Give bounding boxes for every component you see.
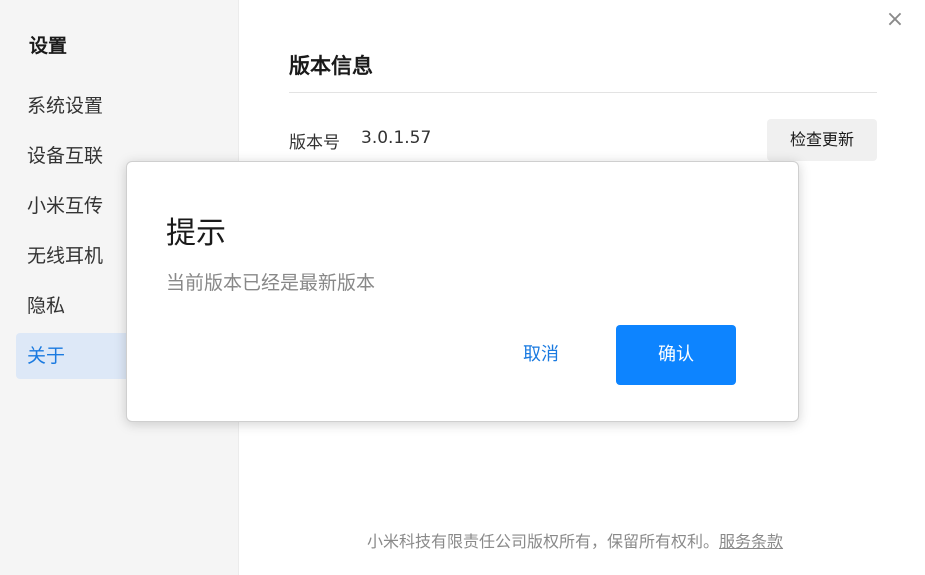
sidebar-title: 设置 <box>29 35 68 57</box>
dialog-message: 当前版本已经是最新版本 <box>166 272 376 294</box>
close-icon[interactable]: × <box>883 8 907 32</box>
copyright-footer: 小米科技有限责任公司版权所有，保留所有权利。服务条款 <box>367 528 783 552</box>
dialog-title: 提示 <box>166 216 226 251</box>
terms-of-service-link[interactable]: 服务条款 <box>719 532 783 551</box>
alert-dialog: 提示 当前版本已经是最新版本 取消 确认 <box>126 161 799 422</box>
version-value: 3.0.1.57 <box>361 128 432 148</box>
sidebar-item-system-settings[interactable]: 系统设置 <box>16 83 238 129</box>
dialog-confirm-button[interactable]: 确认 <box>616 325 736 385</box>
copyright-text: 小米科技有限责任公司版权所有，保留所有权利。 <box>367 532 720 551</box>
dialog-cancel-button[interactable]: 取消 <box>496 325 586 385</box>
settings-window: 设置 系统设置 设备互联 小米互传 无线耳机 隐私 关于 × 版本信息 版本号 … <box>0 0 925 575</box>
section-title: 版本信息 <box>289 54 373 78</box>
section-divider <box>289 92 877 93</box>
check-update-button[interactable]: 检查更新 <box>767 119 877 161</box>
version-label: 版本号 <box>289 133 340 153</box>
